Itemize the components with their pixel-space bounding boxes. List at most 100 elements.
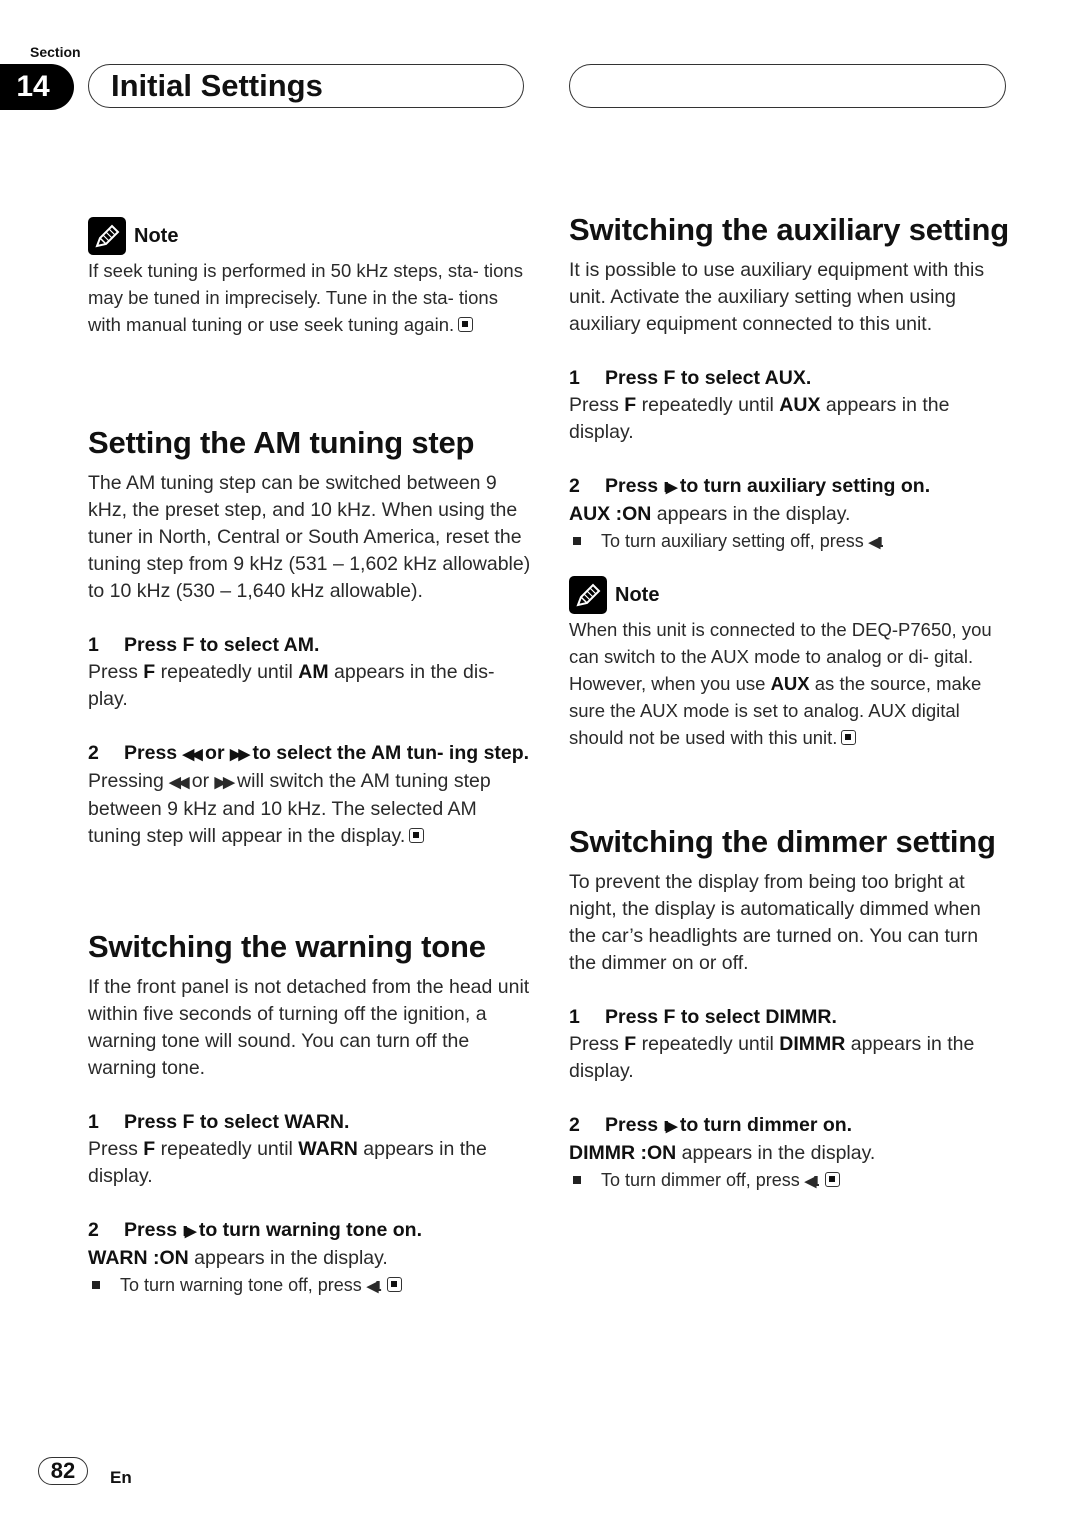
text: to select the AM tun- ing step. <box>247 742 530 764</box>
am-step1-body: Press F repeatedly until AM appears in t… <box>88 659 533 713</box>
dimmer-intro: To prevent the display from being too br… <box>569 871 981 974</box>
left-column: Note If seek tuning is performed in 50 k… <box>88 217 533 1300</box>
bullet-item: To turn dimmer off, press ◀II. <box>569 1167 1009 1195</box>
text: to turn dimmer on. <box>674 1114 853 1136</box>
rewind-icon: ◀◀ <box>182 746 203 763</box>
text: . <box>815 1170 821 1190</box>
text: Press <box>605 475 664 497</box>
key-f: F <box>624 1033 637 1055</box>
play-pause-icon: II▶ <box>663 479 678 496</box>
am-step2-body: Pressing ◀◀ or ▶▶ will switch the AM tun… <box>88 768 533 850</box>
note-block: Note If seek tuning is performed in 50 k… <box>88 217 533 338</box>
dimmer-step1-body: Press F repeatedly until DIMMR appears i… <box>569 1031 1009 1085</box>
text: Press <box>605 1114 664 1136</box>
key-f: F <box>624 394 637 416</box>
step-number: 1 <box>88 1111 99 1133</box>
text: To turn auxiliary setting off, press <box>601 531 869 551</box>
language-code: En <box>110 1468 132 1487</box>
blank-header-box <box>569 64 1006 108</box>
note-label: Note <box>134 224 179 247</box>
warn-step2-title: 2 Press II▶ to turn warning tone on. <box>88 1217 533 1245</box>
text: repeatedly until <box>636 394 780 416</box>
text: Press <box>569 394 625 416</box>
text: To turn dimmer off, press <box>601 1170 805 1190</box>
pencil-note-icon <box>569 576 607 614</box>
play-pause-icon: II▶ <box>182 1223 197 1240</box>
fast-forward-icon: ▶▶ <box>214 774 235 791</box>
text: . <box>879 531 885 551</box>
dimmer-step2-title: 2 Press II▶ to turn dimmer on. <box>569 1112 1009 1140</box>
section-number-badge: 14 <box>0 64 74 110</box>
bullet-icon <box>573 537 581 545</box>
key-f: F <box>143 1138 156 1160</box>
text: or <box>199 742 230 764</box>
text: repeatedly until <box>636 1033 780 1055</box>
note-header: Note <box>88 217 533 255</box>
display-status: WARN :ON <box>88 1247 189 1269</box>
section-heading-dimmer: Switching the dimmer setting <box>569 824 996 859</box>
text: Press <box>88 661 144 683</box>
bullet-icon <box>92 1281 100 1289</box>
text: repeatedly until <box>155 1138 299 1160</box>
note-label: Note <box>615 583 660 606</box>
step-number: 1 <box>569 1006 580 1028</box>
step-title: Press F to select DIMMR. <box>605 1006 837 1028</box>
step-number: 2 <box>88 742 99 764</box>
end-mark-icon <box>458 317 474 332</box>
text: Press <box>124 742 183 764</box>
text: appears in the display. <box>651 503 851 525</box>
bullet-item: To turn auxiliary setting off, press ◀II… <box>569 528 1009 556</box>
note-header: Note <box>569 576 1009 614</box>
section-heading-aux: Switching the auxiliary setting <box>569 212 1009 247</box>
aux-step2-title: 2 Press II▶ to turn auxiliary setting on. <box>569 473 1009 501</box>
page-number: 82 <box>38 1457 88 1485</box>
step-title: Press F to select WARN. <box>124 1111 350 1133</box>
section-heading-warning: Switching the warning tone <box>88 929 486 964</box>
text: To turn warning tone off, press <box>120 1275 367 1295</box>
warn-step1-body: Press F repeatedly until WARN appears in… <box>88 1136 533 1190</box>
pencil-note-icon <box>88 217 126 255</box>
text: or <box>186 770 215 792</box>
step-number: 2 <box>88 1219 99 1241</box>
end-mark-icon <box>409 828 425 843</box>
note-text: When this unit is connected to the DEQ-P… <box>569 616 1009 751</box>
right-column: Switching the auxiliary setting It is po… <box>569 211 1009 1195</box>
text: Press <box>569 1033 625 1055</box>
text: appears in the display. <box>676 1142 876 1164</box>
am-step1-title: 1 Press F to select AM. <box>88 632 533 659</box>
aux-step1-body: Press F repeatedly until AUX appears in … <box>569 392 1009 446</box>
text: Pressing <box>88 770 170 792</box>
am-step2-title: 2 Press ◀◀ or ▶▶ to select the AM tun- in… <box>88 740 533 768</box>
pause-back-icon: ◀II <box>366 1278 381 1295</box>
bullet-item: To turn warning tone off, press ◀II. <box>88 1272 533 1300</box>
note-text: If seek tuning is performed in 50 kHz st… <box>88 257 533 338</box>
am-intro: The AM tuning step can be switched betwe… <box>88 472 531 602</box>
step-title: Press F to select AUX. <box>605 367 812 389</box>
dimmer-step1-title: 1 Press F to select DIMMR. <box>569 1004 1009 1031</box>
step-number: 2 <box>569 1114 580 1136</box>
note-block: Note When this unit is connected to the … <box>569 576 1009 751</box>
bullet-icon <box>573 1176 581 1184</box>
step-number: 1 <box>569 367 580 389</box>
bold-term: AUX <box>770 673 810 694</box>
aux-intro: It is possible to use auxiliary equipmen… <box>569 259 985 335</box>
display-status: AUX :ON <box>569 503 652 525</box>
warn-step2-body: WARN :ON appears in the display. <box>88 1245 533 1272</box>
play-pause-icon: II▶ <box>663 1118 678 1135</box>
end-mark-icon <box>824 1172 840 1187</box>
step-title: Press F to select AM. <box>124 634 320 656</box>
text: . <box>377 1275 383 1295</box>
text: Press <box>124 1219 183 1241</box>
dimmer-step2-body: DIMMR :ON appears in the display. <box>569 1140 1009 1167</box>
aux-step2-body: AUX :ON appears in the display. <box>569 501 1009 528</box>
chapter-title: Initial Settings <box>111 68 323 103</box>
display-value: AUX <box>779 394 821 416</box>
aux-step1-title: 1 Press F to select AUX. <box>569 365 1009 392</box>
text: appears in the display. <box>188 1247 388 1269</box>
display-value: AM <box>298 661 329 683</box>
warn-step1-title: 1 Press F to select WARN. <box>88 1109 533 1136</box>
key-f: F <box>143 661 156 683</box>
pause-back-icon: ◀II <box>868 534 883 551</box>
text: Press <box>88 1138 144 1160</box>
section-label: Section <box>30 44 81 60</box>
